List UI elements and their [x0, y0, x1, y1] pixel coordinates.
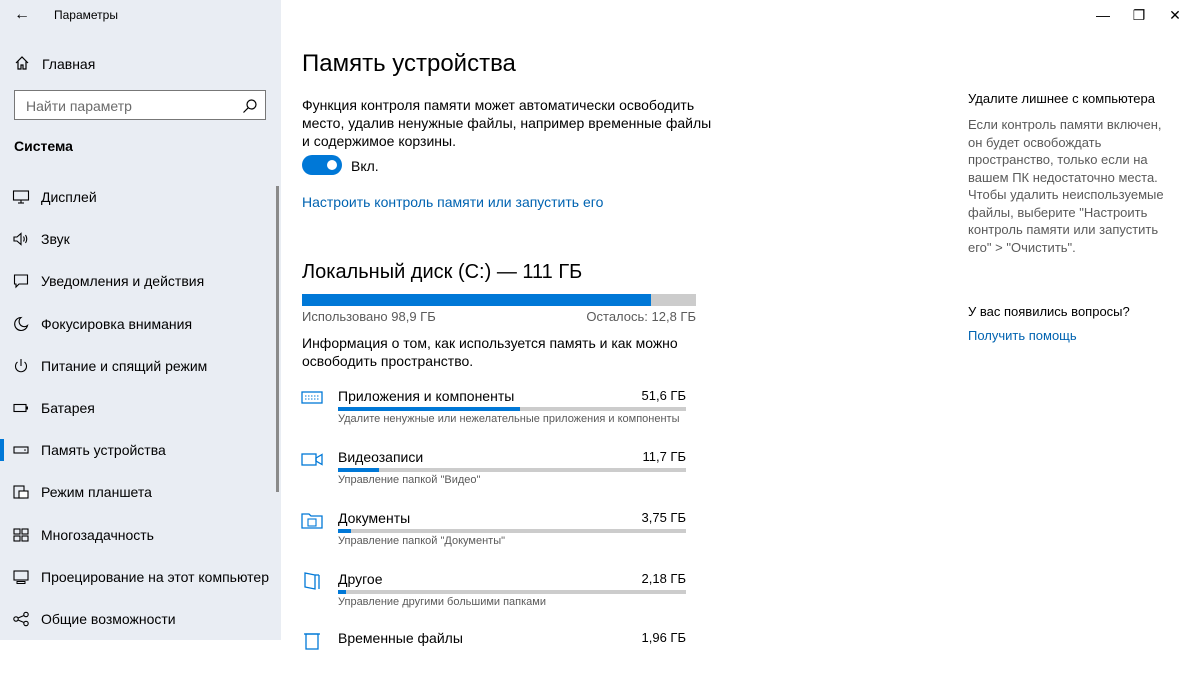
home-icon: [15, 56, 29, 70]
sidebar-item-notifications[interactable]: Уведомления и действия: [0, 261, 278, 301]
speaker-icon: [13, 232, 28, 246]
sidebar-item-home[interactable]: Главная: [0, 51, 281, 77]
sidebar-item-projecting[interactable]: Проецирование на этот компьютер: [0, 557, 278, 597]
sidebar-item-storage[interactable]: Память устройства: [0, 430, 278, 470]
sidebar-item-shared-experiences[interactable]: Общие возможности: [0, 599, 278, 639]
category-usage-fill: [338, 529, 352, 533]
disk-usage-fill: [302, 294, 651, 306]
minimize-icon: —: [1096, 7, 1110, 23]
sidebar-item-label: Общие возможности: [41, 611, 176, 627]
search-icon[interactable]: [242, 98, 258, 114]
sidebar-item-battery[interactable]: Батарея: [0, 388, 278, 428]
section-heading: Система: [14, 138, 73, 154]
storage-icon: [13, 446, 29, 454]
category-usage-fill: [338, 590, 346, 594]
multitasking-icon: [13, 528, 29, 542]
sidebar-item-tablet-mode[interactable]: Режим планшета: [0, 472, 278, 512]
configure-storage-sense-link[interactable]: Настроить контроль памяти или запустить …: [302, 194, 603, 210]
toggle-label: Вкл.: [351, 158, 379, 174]
sidebar-item-label: Уведомления и действия: [41, 273, 205, 289]
category-size: 11,7 ГБ: [642, 449, 686, 464]
category-description: Управление другими большими папками: [338, 596, 547, 608]
category-usage-fill: [338, 468, 380, 472]
category-videos[interactable]: Видеозаписи 11,7 ГБ Управление папкой "В…: [300, 449, 690, 507]
category-usage-fill: [338, 407, 520, 411]
sidebar-item-label: Режим планшета: [41, 484, 152, 500]
sidebar-item-label: Батарея: [41, 400, 95, 416]
display-icon: [12, 190, 30, 204]
usage-info-text: Информация о том, как используется памят…: [302, 335, 678, 369]
category-description: Удалите ненужные или нежелательные прило…: [338, 413, 680, 425]
sidebar-item-multitasking[interactable]: Многозадачность: [0, 515, 278, 555]
battery-icon: [13, 403, 28, 413]
close-button[interactable]: ✕: [1152, 0, 1198, 30]
shared-experiences-icon: [13, 611, 29, 627]
category-name: Видеозаписи: [338, 449, 424, 465]
category-size: 2,18 ГБ: [641, 571, 686, 586]
sidebar-item-sound[interactable]: Звук: [0, 219, 278, 259]
other-folder-icon: [304, 572, 320, 590]
category-name: Временные файлы: [338, 630, 463, 646]
category-usage-bar: [338, 590, 686, 594]
category-documents[interactable]: Документы 3,75 ГБ Управление папкой "Док…: [300, 510, 690, 568]
category-description: Управление папкой "Документы": [338, 535, 506, 547]
documents-folder-icon: [301, 513, 323, 529]
projecting-icon: [13, 570, 29, 584]
power-icon: [15, 359, 27, 373]
questions-heading: У вас появились вопросы?: [968, 304, 1130, 319]
sidebar-scrollbar[interactable]: [276, 186, 279, 492]
sidebar-item-label: Дисплей: [41, 189, 97, 205]
close-icon: ✕: [1169, 7, 1181, 23]
tablet-mode-icon: [13, 485, 29, 499]
trash-icon: [304, 633, 320, 650]
category-temporary-files[interactable]: Временные файлы 1,96 ГБ: [300, 630, 690, 688]
notification-icon: [13, 274, 29, 289]
category-size: 51,6 ГБ: [641, 388, 686, 403]
sidebar-item-label: Память устройства: [41, 442, 166, 458]
sidebar: ← Параметры Главная Система Дисплей Звук: [0, 0, 281, 640]
sidebar-item-label: Многозадачность: [41, 527, 154, 543]
category-name: Документы: [338, 510, 411, 526]
back-button[interactable]: ←: [10, 4, 34, 26]
sidebar-item-power-sleep[interactable]: Питание и спящий режим: [0, 346, 278, 386]
get-help-link[interactable]: Получить помощь: [968, 328, 1077, 343]
page-title: Память устройства: [302, 50, 516, 77]
category-usage-bar: [338, 468, 686, 472]
category-size: 1,96 ГБ: [641, 630, 686, 645]
category-apps[interactable]: Приложения и компоненты 51,6 ГБ Удалите …: [300, 388, 690, 446]
sidebar-item-label: Главная: [42, 56, 96, 72]
restore-icon: ❐: [1132, 7, 1146, 23]
arrow-left-icon: ←: [14, 6, 30, 23]
disk-usage-bar: [302, 294, 696, 306]
sidebar-item-display[interactable]: Дисплей: [0, 177, 278, 217]
sidebar-item-focus-assist[interactable]: Фокусировка внимания: [0, 304, 278, 344]
sidebar-item-label: Звук: [41, 231, 70, 247]
disk-title: Локальный диск (C:) — 111 ГБ: [302, 261, 583, 283]
toggle-knob: [327, 160, 337, 170]
category-usage-bar: [338, 407, 686, 411]
storage-sense-description: Функция контроля памяти может автоматиче…: [302, 97, 712, 149]
category-name: Другое: [338, 571, 383, 587]
apps-icon: [301, 391, 323, 404]
cleanup-tip-heading: Удалите лишнее с компьютера: [968, 91, 1155, 106]
sidebar-item-label: Фокусировка внимания: [41, 316, 193, 332]
moon-icon: [14, 316, 29, 332]
category-size: 3,75 ГБ: [641, 510, 686, 525]
disk-free-label: Осталось: 12,8 ГБ: [586, 309, 696, 324]
search-box[interactable]: [14, 90, 266, 120]
cleanup-tip-text: Если контроль памяти включен, он будет о…: [968, 117, 1164, 255]
sidebar-item-label: Проецирование на этот компьютер: [41, 569, 269, 585]
sidebar-item-label: Питание и спящий режим: [41, 358, 208, 374]
category-usage-bar: [338, 529, 686, 533]
disk-used-label: Использовано 98,9 ГБ: [302, 309, 436, 324]
category-name: Приложения и компоненты: [338, 388, 515, 404]
video-camera-icon: [301, 453, 323, 466]
search-input[interactable]: [24, 97, 238, 115]
app-title: Параметры: [54, 8, 118, 22]
storage-sense-toggle[interactable]: [302, 155, 342, 175]
category-description: Управление папкой "Видео": [338, 474, 481, 486]
category-other[interactable]: Другое 2,18 ГБ Управление другими больши…: [300, 571, 690, 629]
